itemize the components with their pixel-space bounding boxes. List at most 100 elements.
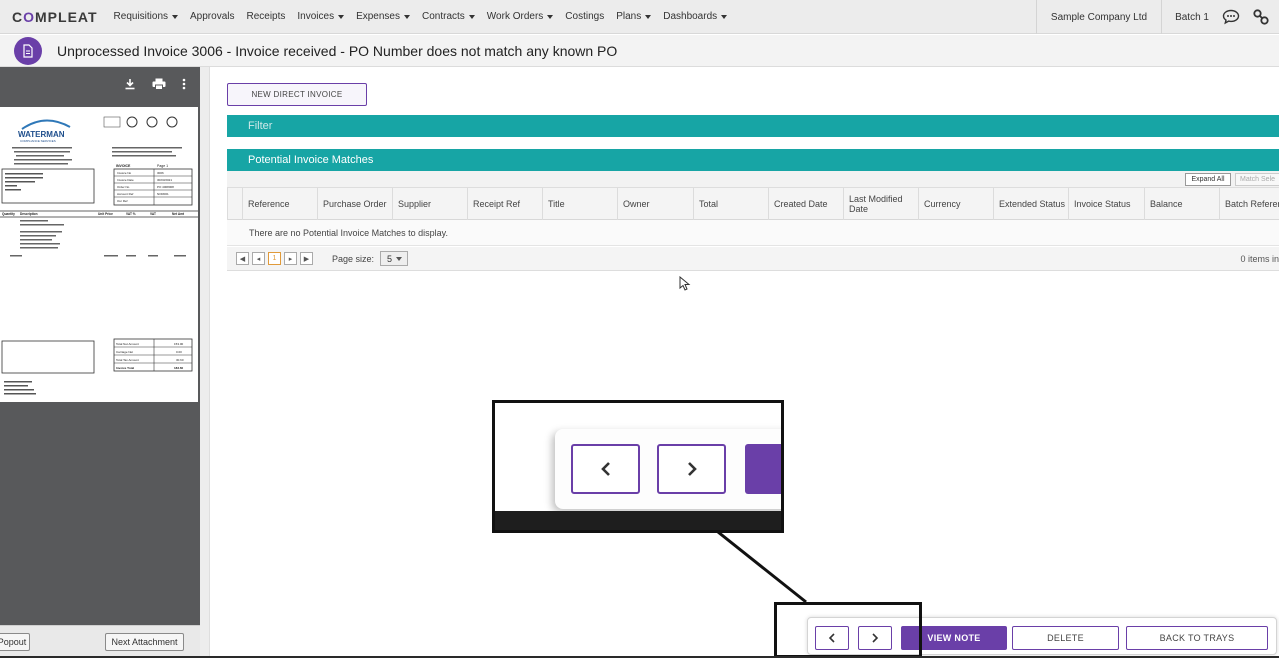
svg-text:153.00: 153.00 [174,342,184,346]
filter-panel-header[interactable]: Filter [227,115,1279,137]
download-icon[interactable] [124,77,136,95]
highlight-box [774,602,922,658]
nav-requisitions[interactable]: Requisitions [114,11,179,22]
svg-text:30/03/2021: 30/03/2021 [157,178,172,182]
column-header[interactable]: Supplier [392,188,467,220]
svg-text:Account Ref: Account Ref [117,192,134,196]
svg-text:VAT: VAT [150,212,156,216]
caret-down-icon [721,14,728,19]
next-page-icon[interactable]: ▸ [284,252,297,265]
column-header[interactable]: Title [542,188,617,220]
svg-text:Unit Price: Unit Price [98,212,113,216]
svg-text:INVOICE: INVOICE [116,164,131,168]
caret-down-icon [338,14,345,19]
next-attachment-button[interactable]: Next Attachment [105,633,184,651]
svg-text:Order No: Order No [117,185,130,189]
svg-text:0.00: 0.00 [176,350,182,354]
column-header[interactable]: Reference [242,188,317,220]
column-header[interactable]: Balance [1144,188,1219,220]
chat-icon[interactable] [1219,0,1243,34]
nav-work-orders[interactable]: Work Orders [487,11,554,22]
expand-all-button[interactable]: Expand All [1185,173,1231,186]
svg-text:Carriage Net: Carriage Net [116,350,133,354]
first-page-icon[interactable]: ◀ [236,252,249,265]
column-header[interactable]: Currency [918,188,993,220]
zoomed-next-button [657,444,726,494]
popout-button[interactable]: Popout [0,633,30,651]
svg-text:Net Amt: Net Amt [172,212,185,216]
invoice-brand: WATERMAN [18,130,65,139]
caret-down-icon [547,14,554,19]
svg-text:Description: Description [20,212,38,216]
svg-text:VAT %: VAT % [126,212,136,216]
items-info: 0 items in [1240,253,1279,264]
nav-receipts[interactable]: Receipts [246,11,285,22]
print-icon[interactable] [152,77,166,95]
nav-invoices[interactable]: Invoices [297,11,345,22]
callout-connector [717,532,807,604]
nav-expenses[interactable]: Expenses [356,11,410,22]
svg-text:Invoice No: Invoice No [117,171,132,175]
column-header[interactable]: Purchase Order [317,188,392,220]
svg-text:Total Net Amount: Total Net Amount [116,342,139,346]
column-header[interactable]: Total [693,188,768,220]
company-selector[interactable]: Sample Company Ltd [1035,0,1163,34]
pane-splitter[interactable] [200,67,210,658]
zoomed-prev-button [571,444,640,494]
caret-down-icon [396,256,403,261]
nav-dashboards[interactable]: Dashboards [663,11,728,22]
svg-text:Invoice Total: Invoice Total [116,366,134,370]
mouse-cursor-icon [679,276,691,291]
page-size-label: Page size: [332,253,375,264]
document-footer: Popout Next Attachment [0,625,200,658]
svg-text:Our Ref: Our Ref [117,199,128,203]
svg-text:Invoice Date: Invoice Date [117,178,134,182]
invoice-document-page[interactable]: WATERMAN COMPLIANCE SERVICES INVOICE Pag… [0,107,198,402]
column-header[interactable]: Batch Referen [1219,188,1279,220]
expand-column [227,188,242,220]
zoomed-bottom-edge [495,511,781,530]
caret-down-icon [172,14,179,19]
grid-header: Reference Purchase Order Supplier Receip… [227,188,1279,220]
column-header[interactable]: Created Date [768,188,843,220]
column-header[interactable]: Last Modified Date [843,188,918,220]
last-page-icon[interactable]: ▶ [300,252,313,265]
prev-page-icon[interactable]: ◂ [252,252,265,265]
svg-text:Quantity: Quantity [2,212,15,216]
document-viewer: WATERMAN COMPLIANCE SERVICES INVOICE Pag… [0,67,200,658]
page-number[interactable]: 1 [268,252,281,265]
delete-button[interactable]: DELETE [1012,626,1119,650]
link-icon[interactable] [1249,0,1273,34]
svg-text:3006: 3006 [157,171,164,175]
nav-approvals[interactable]: Approvals [190,11,234,22]
column-header[interactable]: Owner [617,188,693,220]
caret-down-icon [404,14,410,19]
nav-costings[interactable]: Costings [565,11,604,22]
back-to-trays-button[interactable]: BACK TO TRAYS [1126,626,1268,650]
grid-toolbar: Expand All Match Sele [227,171,1279,188]
column-header[interactable]: Receipt Ref [467,188,542,220]
svg-text:183.60: 183.60 [174,366,184,370]
document-toolbar [0,67,200,105]
caret-down-icon [468,14,475,19]
page-size-select[interactable]: 5 [380,251,409,266]
nav-right: Sample Company Ltd Batch 1 [1035,0,1279,34]
match-selected-button[interactable]: Match Sele [1235,173,1279,186]
more-vert-icon[interactable] [182,77,186,95]
batch-label[interactable]: Batch 1 [1162,12,1219,23]
zoom-callout [492,400,784,533]
new-direct-invoice-button[interactable]: NEW DIRECT INVOICE [227,83,367,106]
grid-empty-message: There are no Potential Invoice Matches t… [227,220,1279,246]
zoomed-view-note-button [745,444,781,494]
nav-contracts[interactable]: Contracts [422,11,475,22]
logo[interactable]: COMPLEAT [12,9,98,25]
column-header[interactable]: Invoice Status [1068,188,1144,220]
column-header[interactable]: Extended Status [993,188,1068,220]
invoice-preview: WATERMAN COMPLIANCE SERVICES INVOICE Pag… [0,116,198,395]
potential-matches-header[interactable]: Potential Invoice Matches [227,149,1279,171]
svg-text:30.60: 30.60 [176,358,184,362]
invoice-brand-sub: COMPLIANCE SERVICES [20,139,56,143]
svg-text:Total Tax Amount: Total Tax Amount [116,358,139,362]
document-icon [14,36,42,65]
nav-plans[interactable]: Plans [616,11,652,22]
